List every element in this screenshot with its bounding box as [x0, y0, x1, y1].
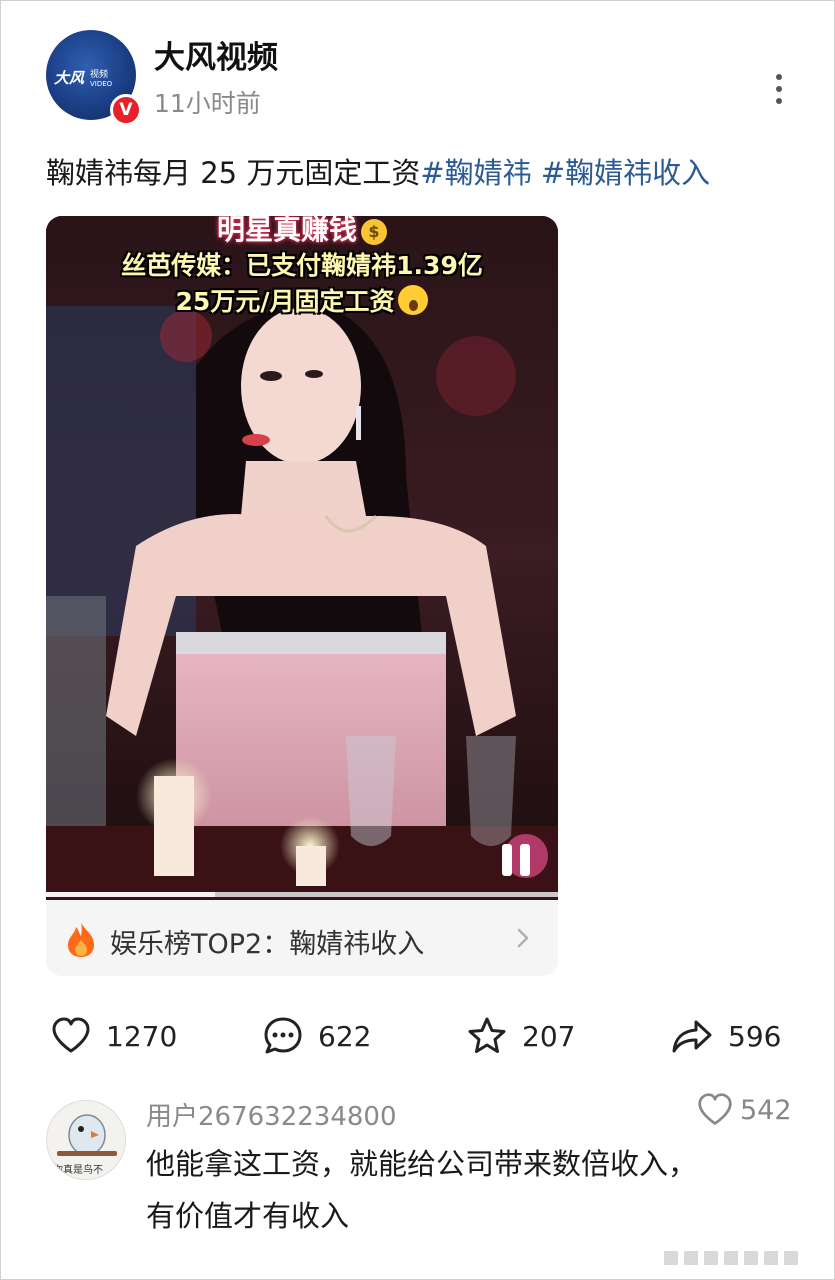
- hashtag-link[interactable]: #鞠婧祎收入: [541, 156, 710, 190]
- commenter-name[interactable]: 用户267632234800: [146, 1096, 397, 1133]
- svg-text:大风: 大风: [54, 69, 85, 87]
- pause-button[interactable]: [502, 844, 538, 880]
- comment-text-line1: 他能拿这工资，就能给公司带来数倍收入，: [146, 1147, 698, 1181]
- comment-like-button[interactable]: 542: [696, 1092, 792, 1128]
- post-time: 11小时前: [154, 89, 261, 118]
- video-progress-fill: [46, 892, 215, 897]
- like-button[interactable]: 1270: [50, 1014, 177, 1058]
- watermark: [664, 1250, 824, 1270]
- heart-icon: [698, 1093, 732, 1125]
- trending-topic-bar[interactable]: 娱乐榜TOP2：鞠婧祎收入: [46, 900, 558, 976]
- svg-text:VIDEO: VIDEO: [90, 80, 113, 88]
- star-icon: [468, 1017, 506, 1053]
- post-text: 鞠婧祎每月 25 万元固定工资#鞠婧祎 #鞠婧祎收入: [46, 150, 710, 192]
- video-player[interactable]: 明星真赚钱 $ 丝芭传媒：已支付鞠婧祎1.39亿 25万元/月固定工资: [46, 216, 558, 900]
- like-count: 1270: [106, 1019, 178, 1053]
- video-caption-top: 明星真赚钱 $: [46, 216, 558, 248]
- avatar-caption: 你真是鸟不: [53, 1165, 103, 1176]
- hashtag-link[interactable]: #鞠婧祎: [420, 156, 531, 190]
- favorite-count: 207: [522, 1019, 576, 1053]
- verified-badge-icon: V: [110, 94, 142, 126]
- shocked-face-icon: [398, 285, 429, 315]
- share-count: 596: [728, 1019, 782, 1053]
- share-arrow-icon: [672, 1020, 712, 1053]
- video-frame-image: [46, 216, 558, 900]
- comment-bubble-icon: [264, 1017, 302, 1054]
- more-options-button[interactable]: [766, 70, 792, 108]
- chevron-right-icon: [517, 928, 529, 948]
- video-caption-line2: 25万元/月固定工资: [46, 282, 558, 318]
- account-name[interactable]: 大风视频: [154, 32, 278, 77]
- video-progress-bar[interactable]: [46, 892, 558, 897]
- commenter-avatar[interactable]: 你真是鸟不: [46, 1100, 126, 1180]
- comment-button[interactable]: 622: [262, 1014, 371, 1058]
- pause-icon: [502, 844, 512, 876]
- flame-icon: [68, 922, 94, 957]
- share-button[interactable]: 596: [670, 1014, 781, 1058]
- video-caption-line1: 丝芭传媒：已支付鞠婧祎1.39亿: [121, 251, 483, 280]
- brand-logo: 大风 视频 VIDEO: [54, 68, 113, 88]
- money-bag-icon: $: [361, 219, 387, 245]
- svg-text:视频: 视频: [90, 68, 108, 80]
- heart-icon: [52, 1017, 90, 1053]
- trending-topic-text: 娱乐榜TOP2：鞠婧祎收入: [110, 929, 425, 960]
- favorite-button[interactable]: 207: [466, 1014, 575, 1058]
- post-text-main: 鞠婧祎每月 25 万元固定工资: [46, 156, 421, 190]
- comment-text-line2: 有价值才有收入: [146, 1199, 350, 1233]
- comment-like-count: 542: [740, 1094, 792, 1126]
- comment-count: 622: [318, 1019, 372, 1053]
- more-vertical-icon: [776, 74, 782, 80]
